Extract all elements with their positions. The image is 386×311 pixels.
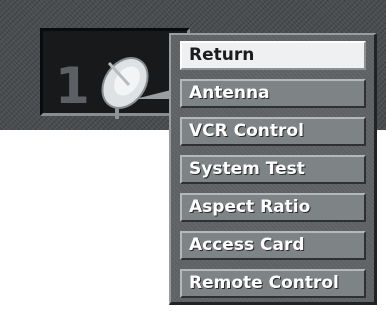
menu-item-vcr-control[interactable]: VCR Control xyxy=(180,117,366,146)
channel-number: 1 xyxy=(55,57,90,115)
channel-display: 1 xyxy=(40,28,190,119)
setup-menu: Return Antenna VCR Control System Test A… xyxy=(169,33,377,305)
menu-item-aspect-ratio[interactable]: Aspect Ratio xyxy=(180,193,366,222)
menu-item-access-card[interactable]: Access Card xyxy=(180,231,366,260)
menu-item-return[interactable]: Return xyxy=(180,41,366,70)
menu-item-antenna[interactable]: Antenna xyxy=(180,79,366,108)
menu-item-system-test[interactable]: System Test xyxy=(180,155,366,184)
menu-item-remote-control[interactable]: Remote Control xyxy=(180,269,366,298)
